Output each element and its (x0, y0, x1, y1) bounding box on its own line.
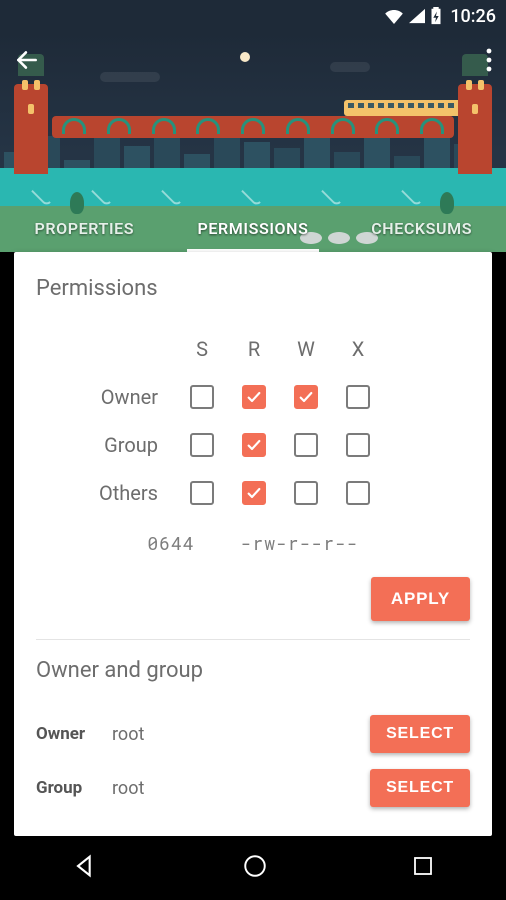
group-value: root (112, 778, 370, 799)
tab-bar: PROPERTIES PERMISSIONS CHECKSUMS (0, 204, 506, 252)
header-hero: PROPERTIES PERMISSIONS CHECKSUMS (0, 32, 506, 252)
nav-recent-icon[interactable] (411, 854, 435, 882)
permissions-section-title: Permissions (36, 276, 470, 301)
divider (36, 639, 470, 640)
row-label: Group (56, 433, 176, 457)
col-header-s: S (176, 337, 228, 361)
row-label: Others (56, 481, 176, 505)
signal-icon (408, 8, 426, 24)
checkbox-owner-r[interactable] (242, 385, 266, 409)
nav-back-icon[interactable] (71, 852, 99, 884)
nav-home-icon[interactable] (242, 853, 268, 883)
owner-label: Owner (36, 724, 112, 744)
checkbox-group-r[interactable] (242, 433, 266, 457)
select-group-button[interactable]: SELECT (370, 769, 470, 807)
checkbox-group-w[interactable] (294, 433, 318, 457)
group-row: Group root SELECT (36, 761, 470, 815)
checkbox-owner-s[interactable] (190, 385, 214, 409)
bridge-decoration (12, 84, 494, 174)
perm-row-others: Others (56, 469, 490, 517)
owner-row: Owner root SELECT (36, 707, 470, 761)
system-nav-bar (0, 836, 506, 900)
tab-checksums[interactable]: CHECKSUMS (337, 204, 506, 252)
more-options-icon[interactable] (486, 48, 492, 76)
back-icon[interactable] (14, 47, 40, 77)
tab-properties[interactable]: PROPERTIES (0, 204, 169, 252)
content-card: Permissions S R W X Owner Group Others (14, 252, 492, 836)
group-label: Group (36, 778, 112, 798)
checkbox-group-x[interactable] (346, 433, 370, 457)
status-time: 10:26 (450, 6, 496, 27)
battery-charging-icon (430, 7, 442, 25)
checkbox-owner-w[interactable] (294, 385, 318, 409)
select-owner-button[interactable]: SELECT (370, 715, 470, 753)
permissions-symbolic: -rw-r--r-- (241, 531, 359, 555)
col-header-w: W (280, 337, 332, 361)
train-decoration (344, 100, 464, 116)
tab-permissions[interactable]: PERMISSIONS (169, 204, 338, 252)
wifi-icon (384, 8, 404, 24)
checkbox-group-s[interactable] (190, 433, 214, 457)
col-header-r: R (228, 337, 280, 361)
col-header-x: X (332, 337, 384, 361)
row-label: Owner (56, 385, 176, 409)
checkbox-others-s[interactable] (190, 481, 214, 505)
owner-value: root (112, 724, 370, 745)
permissions-octal: 0644 (147, 531, 194, 555)
checkbox-others-w[interactable] (294, 481, 318, 505)
permissions-table: S R W X Owner Group Others (56, 325, 490, 517)
perm-row-group: Group (56, 421, 490, 469)
checkbox-owner-x[interactable] (346, 385, 370, 409)
perm-row-owner: Owner (56, 373, 490, 421)
checkbox-others-r[interactable] (242, 481, 266, 505)
checkbox-others-x[interactable] (346, 481, 370, 505)
apply-button[interactable]: APPLY (371, 577, 470, 621)
owner-group-section-title: Owner and group (36, 658, 470, 683)
status-bar: 10:26 (0, 0, 506, 32)
